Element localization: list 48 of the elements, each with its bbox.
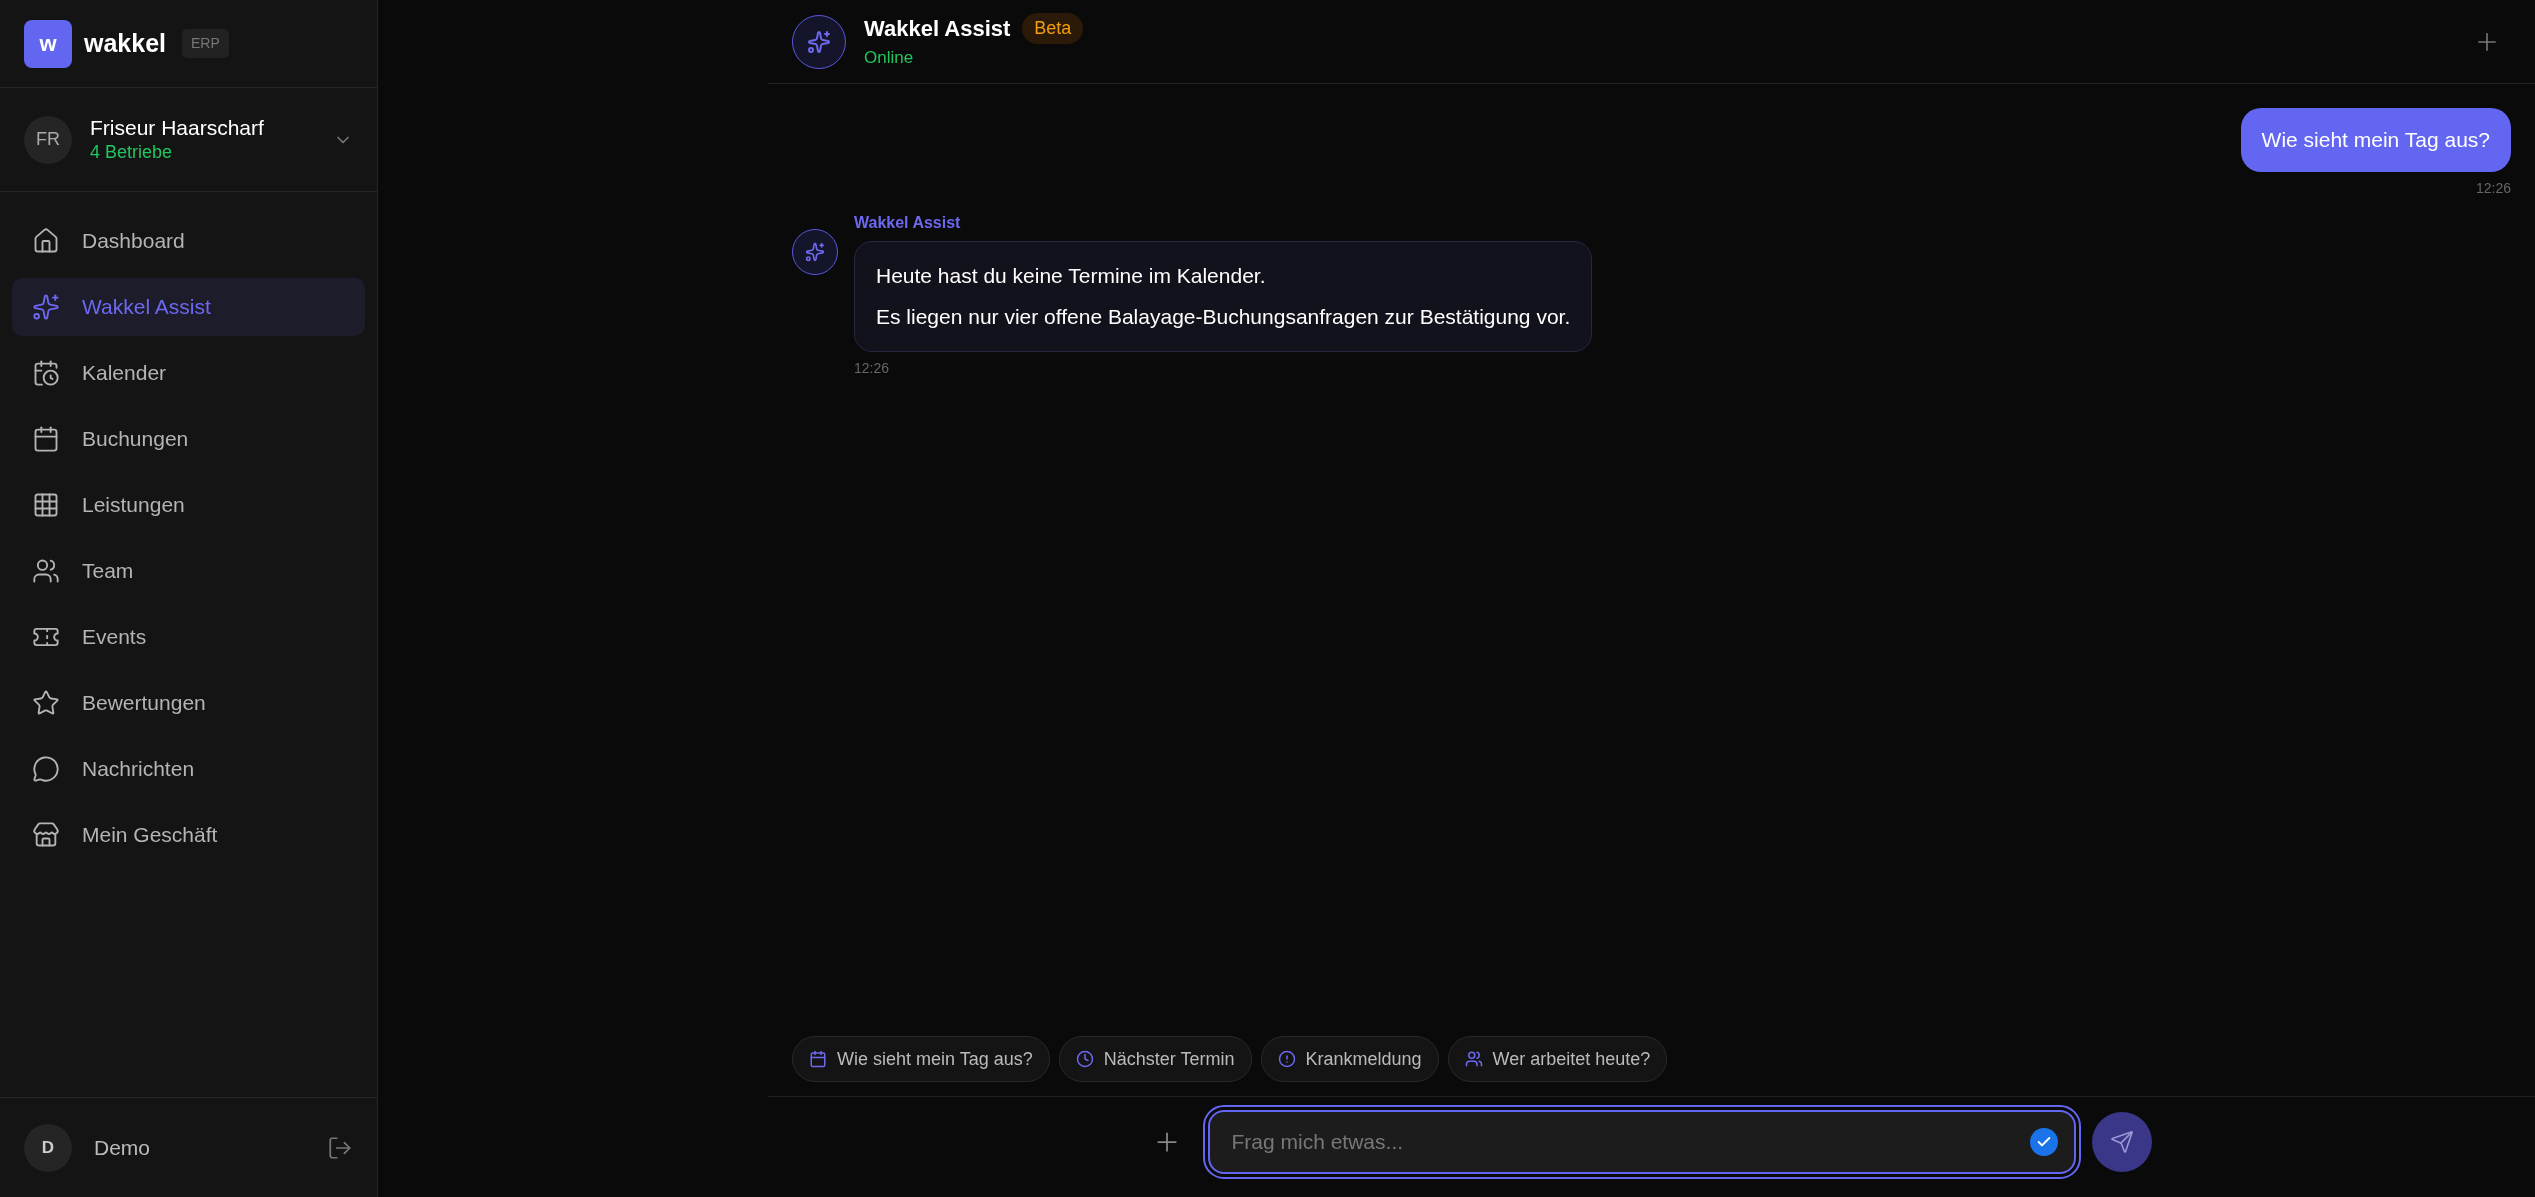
assistant-message: Heute hast du keine Termine im Kalender. Es liegen nur vier offene Balayage-Buchungsanfragen zur Bestätigung vor. — [854, 240, 1593, 352]
suggestion-chip[interactable]: Nächster Termin — [1058, 1036, 1252, 1082]
nav-item[interactable]: Wakkel Assist — [12, 278, 365, 336]
alert-icon — [1277, 1050, 1296, 1068]
clock-icon — [1075, 1050, 1094, 1068]
business-avatar: FR — [24, 115, 72, 164]
user-name: Demo — [94, 1134, 152, 1161]
store-icon — [32, 821, 60, 849]
business-count: 4 Betriebe — [90, 141, 174, 164]
message-time: 12:26 — [2475, 178, 2511, 198]
message-time: 12:26 — [854, 358, 890, 378]
nav-item[interactable]: Events — [12, 608, 365, 666]
nav-item[interactable]: Kalender — [12, 344, 365, 402]
business-switcher[interactable]: FR Friseur Haarscharf 4 Betriebe — [0, 88, 377, 192]
people-icon — [1464, 1050, 1483, 1068]
sparkles-icon — [32, 293, 60, 321]
calendar-clock-icon — [32, 359, 60, 387]
nav-item[interactable]: Leistungen — [12, 476, 365, 534]
erp-tag: ERP — [182, 29, 229, 58]
calendar-icon — [32, 425, 60, 453]
nav-item[interactable]: Dashboard — [12, 212, 365, 270]
speech-bubble-icon — [32, 755, 60, 783]
sender-name: Wakkel Assist — [854, 212, 961, 233]
home-icon — [32, 227, 60, 255]
suggestion-chip[interactable]: Wer arbeitet heute? — [1447, 1036, 1668, 1082]
grid-icon — [32, 491, 60, 519]
logout-icon[interactable] — [327, 1134, 353, 1161]
logo: w — [24, 19, 72, 68]
business-name: Friseur Haarscharf — [90, 115, 265, 142]
suggestion-chip[interactable]: Krankmeldung — [1260, 1036, 1439, 1082]
calendar-icon — [809, 1050, 827, 1068]
star-icon — [32, 689, 60, 717]
beta-tag: Beta — [1022, 13, 1084, 45]
nav-item[interactable]: Buchungen — [12, 410, 365, 468]
sparkles-icon — [807, 29, 831, 54]
nav-item[interactable]: Team — [12, 542, 365, 600]
status-text: Online — [864, 47, 915, 70]
nav-item[interactable]: Nachrichten — [12, 740, 365, 798]
user-avatar: D — [24, 1123, 72, 1172]
user-message: Wie sieht mein Tag aus? — [2240, 108, 2511, 172]
nav-item[interactable]: Bewertungen — [12, 674, 365, 732]
people-icon — [32, 557, 60, 585]
send-icon — [2109, 1130, 2134, 1154]
chat-title: Wakkel Assist — [864, 15, 1011, 44]
suggestion-chip[interactable]: Wie sieht mein Tag aus? — [792, 1036, 1050, 1082]
sparkles-icon — [805, 241, 825, 262]
nav-item[interactable]: Mein Geschäft — [12, 806, 365, 864]
brand-name: wakkel — [84, 27, 166, 59]
